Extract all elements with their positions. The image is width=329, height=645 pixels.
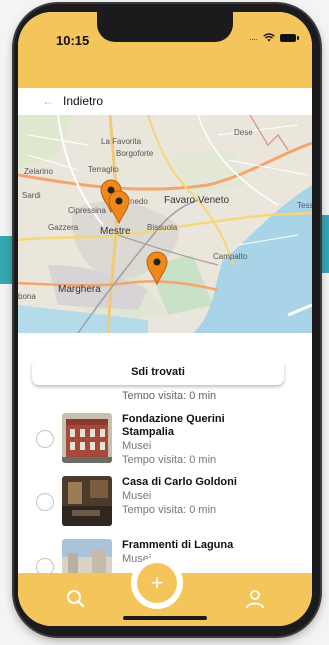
map-label: Borgoforte [116, 149, 154, 158]
map-label: Zelarino [24, 167, 53, 176]
add-button[interactable]: + [137, 563, 177, 603]
map-label: Marghera [58, 284, 101, 295]
nav-bar: ← Indietro [18, 88, 312, 114]
map-label: Tess [297, 201, 312, 210]
thumbnail-image [62, 476, 112, 526]
battery-icon [280, 33, 299, 42]
map-marker-icon[interactable] [108, 190, 130, 224]
list-item[interactable]: Fondazione Querini Stampalia Musei Tempo… [18, 409, 312, 466]
item-category: Musei [122, 440, 152, 452]
wifi-icon [263, 33, 275, 42]
map-label: Mestre [100, 226, 131, 237]
map-label: Dese [234, 128, 253, 137]
map-marker-icon[interactable] [146, 251, 168, 285]
partial-visit-time: Tempo visita: 0 min [122, 391, 217, 399]
map-view[interactable]: La Favorita Borgoforte Zelarino Terragli… [18, 115, 312, 333]
item-title: Frammenti di Laguna [122, 539, 234, 551]
app-screen: 10:15 .... ← Indietro La Favorita Borgof… [18, 12, 312, 626]
map-label: Campalto [213, 252, 248, 261]
item-title: Casa di Carlo Goldoni [122, 476, 237, 488]
map-label: Terraglio [88, 165, 119, 174]
notch [97, 12, 233, 42]
map-label: Gazzera [48, 223, 79, 232]
item-title-line2: Stampalia [122, 426, 174, 438]
map-label: Bissuola [147, 223, 178, 232]
map-label: La Favorita [101, 137, 142, 146]
signal-dots: .... [249, 33, 258, 42]
map-label: bona [18, 292, 36, 301]
user-icon[interactable] [243, 587, 267, 611]
status-icons: .... [249, 33, 299, 42]
select-radio[interactable] [36, 493, 54, 511]
list-item[interactable]: Casa di Carlo Goldoni Musei Tempo visita… [18, 474, 312, 528]
back-button-label[interactable]: Indietro [63, 94, 103, 108]
thumbnail-image [62, 413, 112, 463]
item-text: Casa di Carlo Goldoni Musei Tempo visita… [122, 476, 262, 517]
select-radio[interactable] [36, 430, 54, 448]
map-label: nedo [130, 197, 148, 206]
item-text: Fondazione Querini Stampalia Musei Tempo… [122, 413, 262, 467]
map-label: Favaro Veneto [164, 195, 230, 206]
status-time: 10:15 [56, 33, 90, 48]
search-icon[interactable] [64, 587, 88, 611]
results-panel: Sdi trovati Tempo visita: 0 min Fondazio… [18, 333, 312, 589]
item-title: Fondazione Querini [122, 413, 225, 425]
item-category: Musei [122, 490, 152, 502]
home-indicator [123, 616, 207, 620]
sdi-trovati-button[interactable]: Sdi trovati [32, 359, 284, 385]
item-visit-time: Tempo visita: 0 min [122, 504, 217, 516]
map-label: Sardi [22, 191, 41, 200]
status-bar: 10:15 .... [18, 12, 312, 88]
back-arrow-icon[interactable]: ← [42, 94, 54, 108]
item-visit-time: Tempo visita: 0 min [122, 454, 217, 466]
